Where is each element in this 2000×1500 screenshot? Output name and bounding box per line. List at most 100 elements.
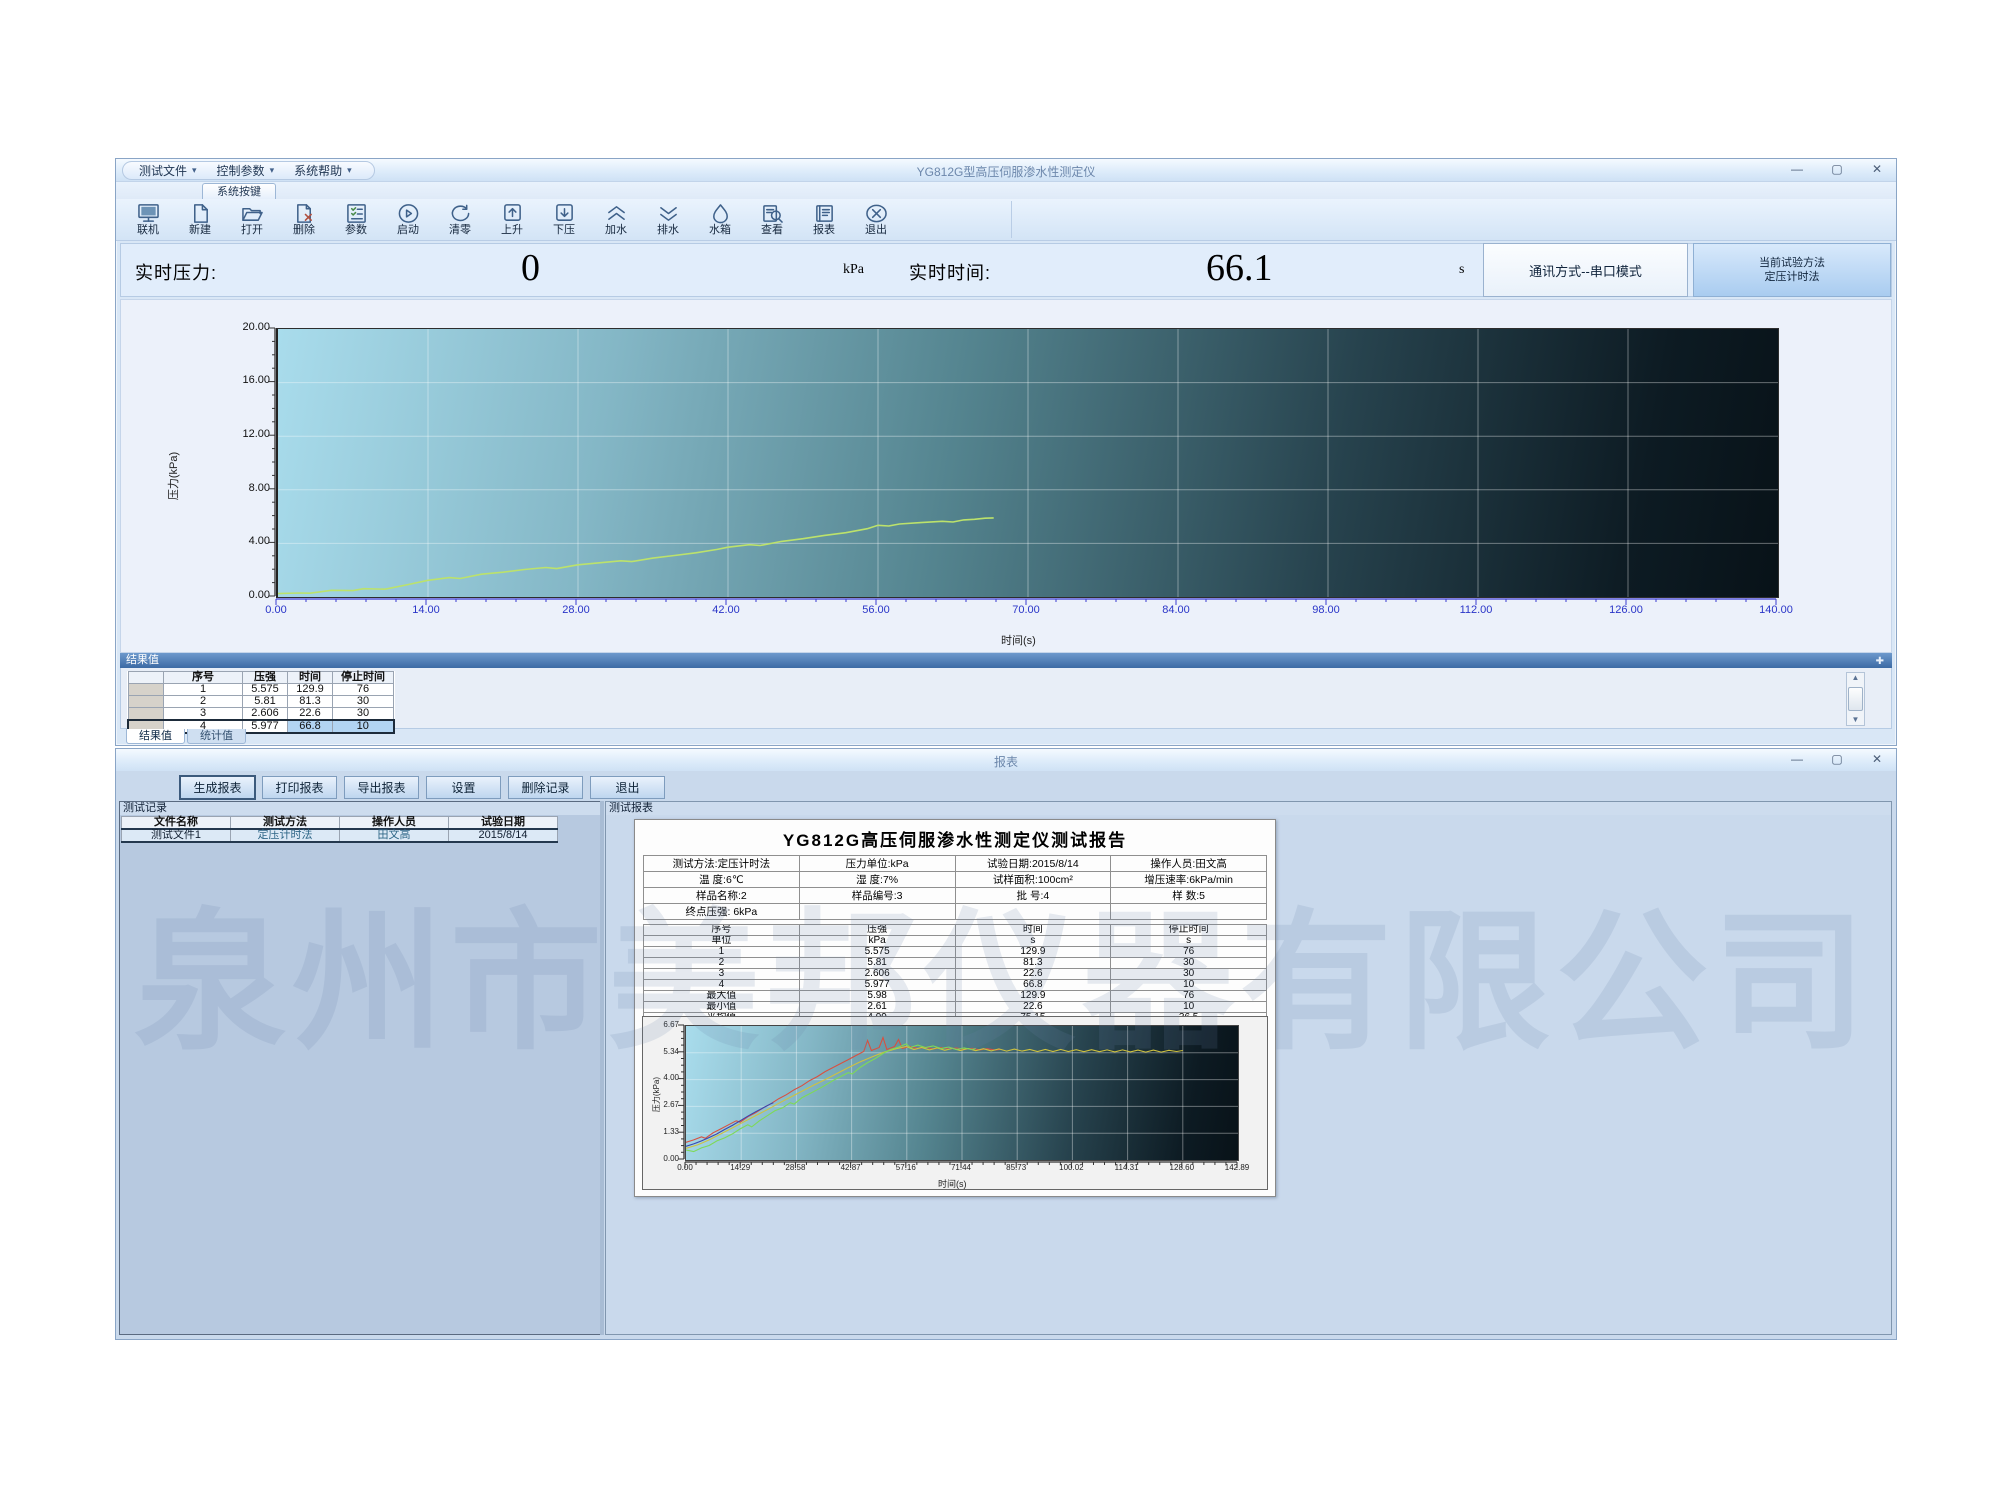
table-cell: 22.6 [955, 969, 1111, 980]
report-button[interactable]: 生成报表 [180, 776, 255, 799]
toolbar-button-label: 上升 [501, 225, 523, 236]
test-records-panel: 测试记录 文件名称测试方法操作人员试验日期测试文件1定压计时法田文高2015/8… [119, 801, 601, 1335]
column-header: 序号 [164, 672, 243, 684]
report-titlebar: 报表 — ▢ ✕ [116, 749, 1896, 772]
report-button[interactable]: 删除记录 [508, 776, 583, 799]
table-cell: 129.9 [288, 684, 333, 696]
pin-icon[interactable]: ✚ [1876, 654, 1884, 669]
column-header: 测试方法 [231, 817, 340, 830]
pressure-label: 实时压力: [135, 259, 217, 285]
table-cell: 22.6 [288, 708, 333, 721]
column-header: 停止时间 [1111, 925, 1267, 936]
toolbar-button-report-book[interactable]: 报表 [802, 201, 846, 239]
chevrons-up-icon [604, 203, 629, 224]
report-button[interactable]: 退出 [590, 776, 665, 799]
records-panel-label: 测试记录 [120, 802, 600, 815]
tab-system-keys[interactable]: 系统按键 [202, 183, 276, 200]
toolbar-button-play-circle[interactable]: 启动 [386, 201, 430, 239]
report-panel-label: 测试报表 [606, 802, 1891, 815]
toolbar-button-label: 参数 [345, 225, 367, 236]
info-cell: 终点压强: 6kPa [644, 904, 800, 920]
toolbar-button-reset-arrow[interactable]: 清零 [438, 201, 482, 239]
maximize-button[interactable]: ▢ [1828, 162, 1846, 177]
table-cell: 最小值 [644, 1002, 800, 1013]
table-row: 32.60622.630 [644, 969, 1267, 980]
table-cell: 5.977 [799, 980, 955, 991]
info-cell: 温 度:6℃ [644, 872, 800, 888]
info-row: 样品名称:2样品编号:3批 号:4样 数:5 [644, 888, 1267, 904]
toolbar-button-chevrons-up[interactable]: 加水 [594, 201, 638, 239]
table-cell: 76 [1111, 947, 1267, 958]
report-mini-chart: 压力(kPa) 时间(s) 6.675.344.002.671.330.000.… [642, 1016, 1268, 1190]
toolbar-button-exit-circle[interactable]: 退出 [854, 201, 898, 239]
table-cell: 76 [333, 684, 394, 696]
scroll-down-icon[interactable]: ▼ [1852, 715, 1860, 725]
report-button[interactable]: 设置 [426, 776, 501, 799]
table-row: 25.8181.330 [644, 958, 1267, 969]
close-button[interactable]: ✕ [1868, 162, 1886, 177]
toolbar-button-label: 退出 [865, 225, 887, 236]
tab-statistics[interactable]: 统计值 [187, 729, 246, 744]
minimize-button[interactable]: — [1788, 162, 1806, 177]
table-row[interactable]: 25.8181.330 [128, 696, 394, 708]
toolbar-button-water-drop[interactable]: 水箱 [698, 201, 742, 239]
table-cell: kPa [799, 936, 955, 947]
method-line2: 定压计时法 [1765, 270, 1820, 284]
info-cell: 样品编号:3 [799, 888, 955, 904]
test-method-button[interactable]: 当前试验方法 定压计时法 [1693, 243, 1891, 297]
table-header-row: 序号压强时间停止时间 [128, 672, 394, 684]
table-cell: 4 [644, 980, 800, 991]
report-info-table: 测试方法:定压计时法压力单位:kPa试验日期:2015/8/14操作人员:田文高… [643, 855, 1267, 920]
info-row: 温 度:6℃湿 度:7%试样面积:100cm²增压速率:6kPa/min [644, 872, 1267, 888]
time-unit: s [1459, 262, 1464, 278]
toolbar-button-arrow-up-box[interactable]: 上升 [490, 201, 534, 239]
maximize-button[interactable]: ▢ [1828, 752, 1846, 767]
info-cell: 测试方法:定压计时法 [644, 856, 800, 872]
report-window-title: 报表 [116, 753, 1896, 770]
scroll-up-icon[interactable]: ▲ [1852, 673, 1860, 683]
table-cell: 30 [1111, 969, 1267, 980]
delete-file-icon [292, 203, 317, 224]
table-cell: 81.3 [288, 696, 333, 708]
minimize-button[interactable]: — [1788, 752, 1806, 767]
toolbar-button-parameters-list[interactable]: 参数 [334, 201, 378, 239]
toolbar-button-delete-file[interactable]: 删除 [282, 201, 326, 239]
table-row: 15.575129.976 [644, 947, 1267, 958]
table-cell: 5.81 [243, 696, 288, 708]
report-button[interactable]: 导出报表 [344, 776, 419, 799]
tab-results[interactable]: 结果值 [126, 729, 185, 744]
toolbar-button-label: 下压 [553, 225, 575, 236]
table-cell: 测试文件1 [122, 829, 231, 842]
table-cell: 66.8 [955, 980, 1111, 991]
table-row[interactable]: 15.575129.976 [128, 684, 394, 696]
reset-arrow-icon [448, 203, 473, 224]
column-header: 压强 [243, 672, 288, 684]
scrollbar-thumb[interactable] [1848, 687, 1863, 711]
toolbar-button-monitor[interactable]: 联机 [126, 201, 170, 239]
table-cell: 单位 [644, 936, 800, 947]
toolbar-button-new-file[interactable]: 新建 [178, 201, 222, 239]
report-title: YG812G高压伺服渗水性测定仪测试报告 [635, 826, 1275, 851]
table-cell: 5.81 [799, 958, 955, 969]
table-header-row: 序号压强时间停止时间 [644, 925, 1267, 936]
table-cell: 30 [333, 708, 394, 721]
panel-splitter[interactable] [600, 801, 604, 1335]
record-row[interactable]: 测试文件1定压计时法田文高2015/8/14 [122, 829, 558, 842]
table-cell: 10 [1111, 980, 1267, 991]
comm-mode-button[interactable]: 通讯方式--串口模式 [1483, 243, 1688, 297]
close-button[interactable]: ✕ [1868, 752, 1886, 767]
toolbar-button-view-search[interactable]: 查看 [750, 201, 794, 239]
report-button[interactable]: 打印报表 [262, 776, 337, 799]
toolbar-button-chevrons-down[interactable]: 排水 [646, 201, 690, 239]
toolbar-button-arrow-down-box[interactable]: 下压 [542, 201, 586, 239]
table-cell: 定压计时法 [231, 829, 340, 842]
table-cell: 2.61 [799, 1002, 955, 1013]
main-chart-ylabel: 压力(kPa) [165, 452, 181, 500]
column-header: 停止时间 [333, 672, 394, 684]
parameters-list-icon [344, 203, 369, 224]
toolbar-button-open-folder[interactable]: 打开 [230, 201, 274, 239]
table-cell: 2015/8/14 [449, 829, 558, 842]
results-scrollbar[interactable]: ▲ ▼ [1846, 672, 1865, 726]
table-cell: 2 [644, 958, 800, 969]
table-row[interactable]: 32.60622.630 [128, 708, 394, 721]
